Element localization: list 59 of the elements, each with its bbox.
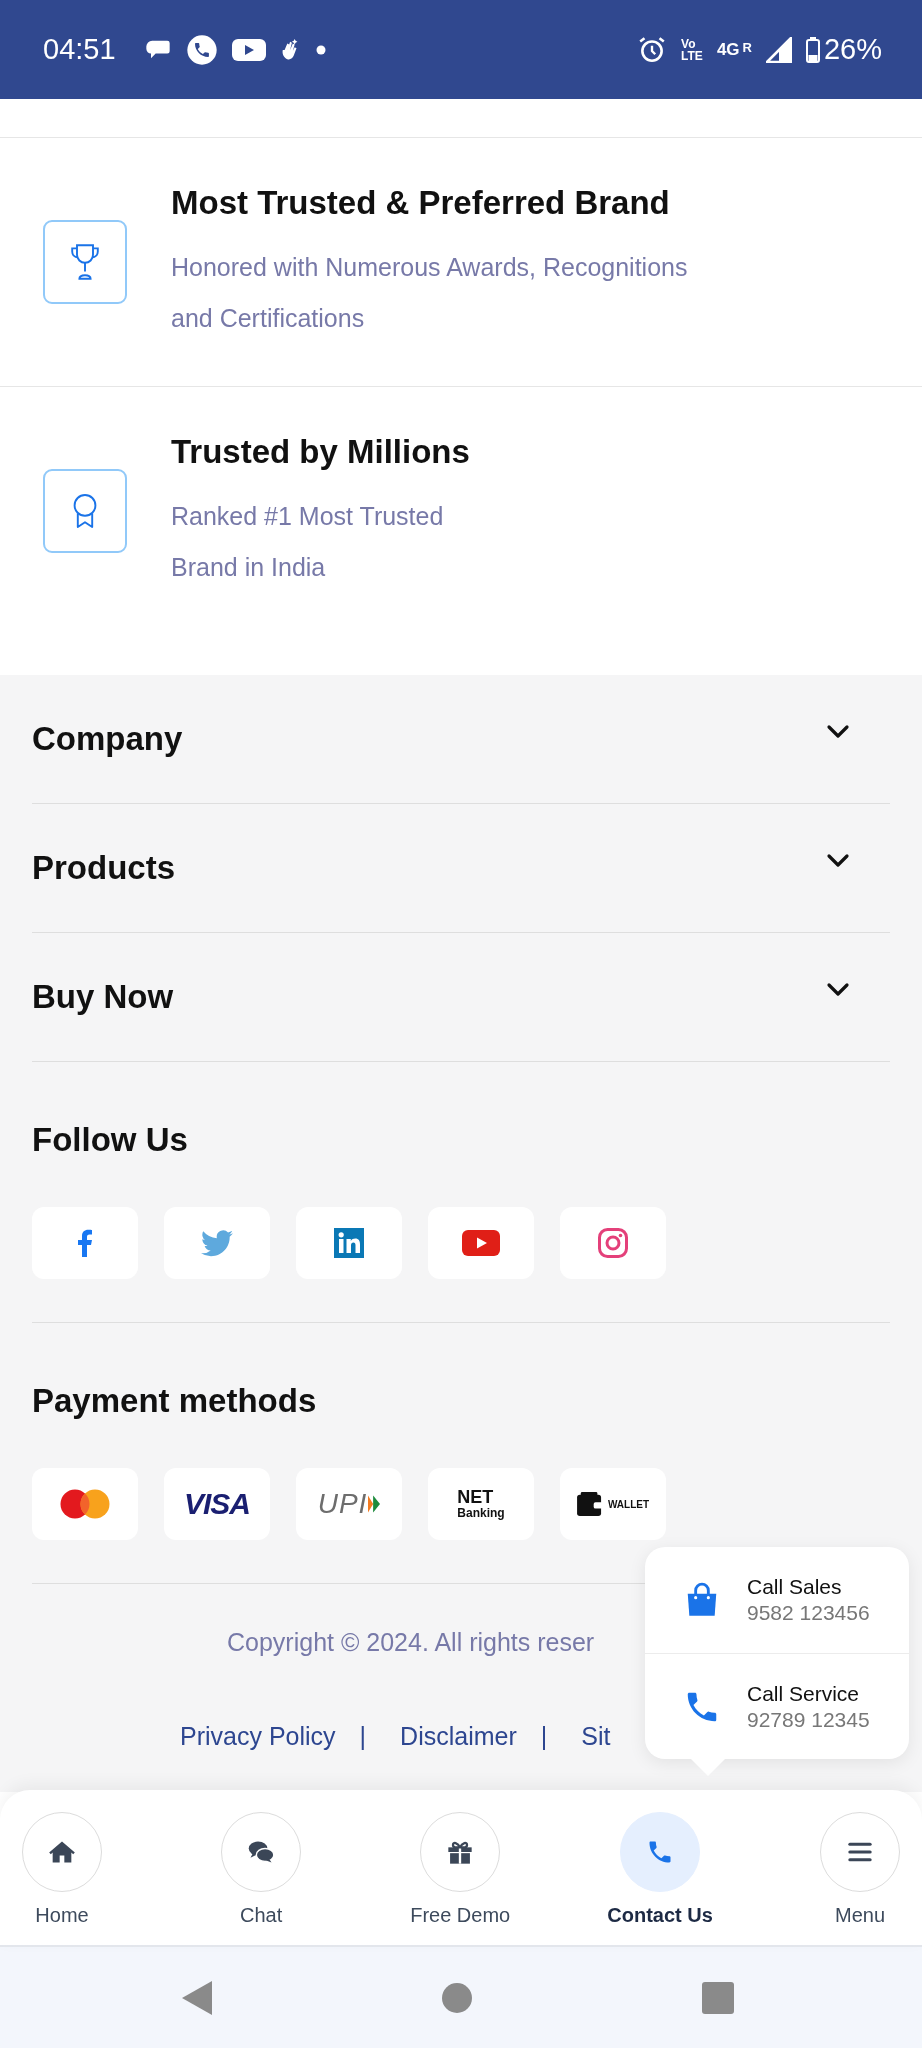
signal-icon: [765, 36, 792, 63]
camera-icon: [598, 1228, 628, 1258]
accordion-header[interactable]: Buy Now: [32, 933, 890, 1062]
home-button-icon[interactable]: [442, 1982, 472, 2013]
separator: |: [359, 1722, 367, 1751]
phone-number: 92789 12345: [747, 1706, 870, 1733]
bird-icon: [201, 1229, 233, 1257]
network-type: 4G: [716, 39, 740, 60]
section-title: Products: [32, 849, 176, 887]
section-title: Payment methods: [32, 1381, 318, 1421]
accordion-header[interactable]: Products: [32, 804, 890, 933]
phone-icon: [185, 33, 218, 66]
social-link[interactable]: [560, 1207, 666, 1279]
highlight-description: Honored with Numerous Awards, Recognitions: [171, 252, 688, 283]
nav-tab[interactable]: Free Demo: [410, 1812, 511, 1945]
payment-logo: VISA: [164, 1468, 270, 1540]
payment-logo: UPI: [296, 1468, 402, 1540]
copyright-text: Copyright © 2024. All rights reser: [226, 1627, 596, 1658]
section-title: Follow Us: [32, 1120, 189, 1160]
accordion-header[interactable]: Company: [32, 675, 890, 804]
payment-logo: NET Banking: [428, 1468, 534, 1540]
section-title: Buy Now: [32, 978, 174, 1016]
dot-icon: [315, 44, 326, 55]
arrow-mark-icon: [368, 1495, 381, 1513]
roaming-indicator: R: [742, 39, 752, 55]
linkedin-icon: [334, 1228, 364, 1258]
contact-option[interactable]: Call Sales 9582 123456: [645, 1547, 909, 1653]
nav-tab[interactable]: Contact Us: [607, 1812, 713, 1945]
social-link[interactable]: [296, 1207, 402, 1279]
battery-icon: [805, 36, 820, 63]
contact-title: Call Service: [747, 1680, 861, 1707]
lte-label: LTE: [681, 49, 703, 62]
separator: |: [540, 1722, 548, 1751]
overlapping-circles-icon: [60, 1489, 110, 1519]
highlight-description: Brand in India: [171, 552, 327, 583]
footer-link[interactable]: Sit: [581, 1722, 611, 1751]
payment-logo: WALLET: [560, 1468, 666, 1540]
social-link[interactable]: [428, 1207, 534, 1279]
phone-number: 9582 123456: [747, 1600, 870, 1626]
video-play-icon: [231, 37, 266, 62]
battery-percentage: 26%: [823, 33, 882, 66]
highlight-description: and Certifications: [171, 303, 366, 334]
recent-apps-icon[interactable]: [702, 1981, 734, 2014]
section-title: Company: [32, 720, 183, 758]
trophy-icon: [69, 242, 101, 282]
highlight-title: Most Trusted & Preferred Brand: [171, 183, 671, 223]
highlight-title: Trusted by Millions: [171, 432, 470, 472]
social-link[interactable]: [32, 1207, 138, 1279]
facebook-icon: [77, 1229, 93, 1257]
clock-time: 04:51: [43, 33, 116, 66]
footer-link[interactable]: Disclaimer: [400, 1722, 517, 1751]
wallet-icon: [576, 1492, 603, 1516]
highlight-description: Ranked #1 Most Trusted: [171, 501, 445, 532]
back-icon[interactable]: [182, 1980, 212, 2015]
footer-link[interactable]: Privacy Policy: [180, 1722, 336, 1751]
contact-title: Call Sales: [747, 1574, 843, 1600]
volte-label: Vo: [681, 37, 697, 50]
video-play-icon: [462, 1230, 500, 1256]
social-link[interactable]: [164, 1207, 270, 1279]
